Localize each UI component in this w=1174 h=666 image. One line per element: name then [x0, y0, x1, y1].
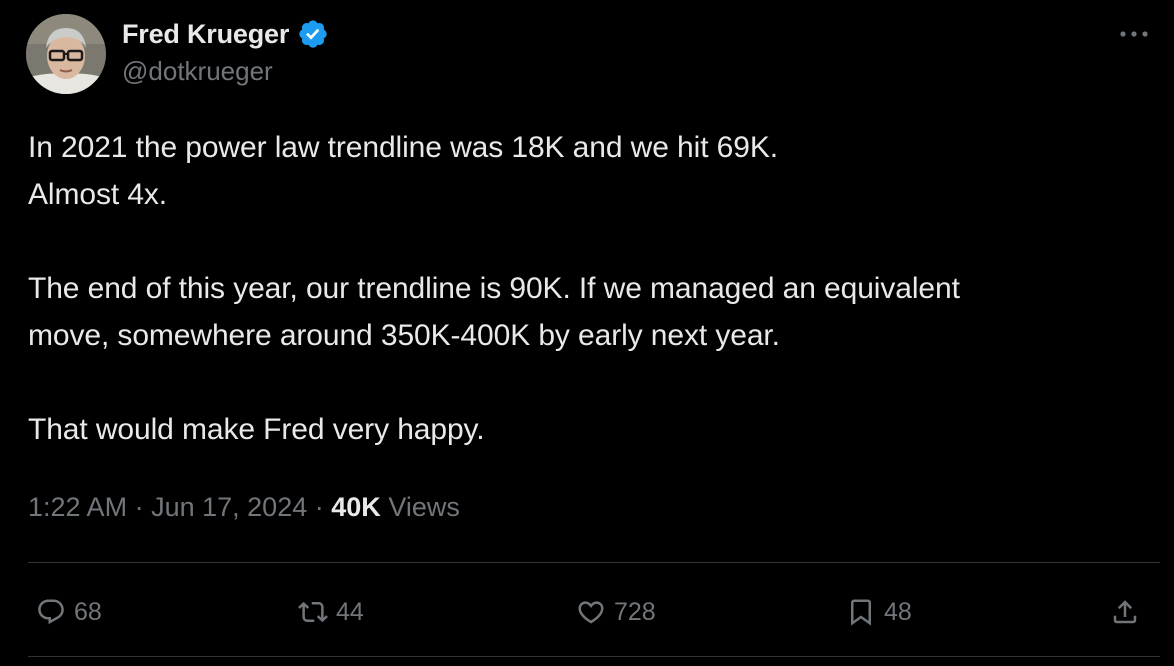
- tweet-line: That would make Fred very happy.: [28, 413, 485, 446]
- share-button[interactable]: [1110, 584, 1140, 640]
- tweet-text: In 2021 the power law trendline was 18K …: [28, 124, 1148, 453]
- tweet-date[interactable]: Jun 17, 2024: [151, 492, 307, 522]
- tweet-meta: 1:22 AM · Jun 17, 2024 · 40K Views: [28, 492, 460, 523]
- reply-icon: [38, 599, 64, 625]
- author-name-row: Fred Krueger: [122, 16, 329, 52]
- repost-count: 44: [336, 597, 364, 626]
- tweet-paragraph: That would make Fred very happy.: [28, 406, 1148, 453]
- verified-badge-icon: [297, 18, 329, 50]
- views-count: 40K: [331, 492, 381, 522]
- avatar-image: [26, 14, 106, 94]
- views-label: Views: [388, 492, 460, 522]
- bookmark-icon: [851, 599, 871, 626]
- repost-icon: [298, 601, 328, 623]
- divider: [28, 656, 1160, 657]
- like-count: 728: [614, 597, 656, 626]
- reply-button[interactable]: 68: [36, 584, 102, 640]
- like-icon: [578, 601, 604, 624]
- like-button[interactable]: 728: [576, 584, 656, 640]
- action-bar: 68 44 728 48: [28, 584, 1148, 640]
- bookmark-count: 48: [884, 597, 912, 626]
- avatar[interactable]: [26, 14, 106, 94]
- share-icon: [1113, 600, 1137, 624]
- author-handle[interactable]: @dotkrueger: [122, 56, 273, 87]
- more-options-icon: [1120, 31, 1148, 37]
- tweet-line: In 2021 the power law trendline was 18K …: [28, 131, 778, 164]
- tweet-line: The end of this year, our trendline is 9…: [28, 272, 960, 305]
- tweet: Fred Krueger @dotkrueger In 2021 the pow…: [0, 0, 1174, 666]
- author-display-name[interactable]: Fred Krueger: [122, 19, 289, 50]
- repost-button[interactable]: 44: [298, 584, 364, 640]
- tweet-line: Almost 4x.: [28, 178, 168, 211]
- meta-separator: ·: [314, 492, 324, 522]
- reply-count: 68: [74, 597, 102, 626]
- more-options-button[interactable]: [1114, 16, 1154, 52]
- tweet-paragraph: In 2021 the power law trendline was 18K …: [28, 124, 1148, 218]
- divider: [28, 562, 1160, 563]
- tweet-paragraph: The end of this year, our trendline is 9…: [28, 265, 1148, 359]
- tweet-time[interactable]: 1:22 AM: [28, 492, 127, 522]
- bookmark-button[interactable]: 48: [846, 584, 912, 640]
- meta-separator: ·: [134, 492, 144, 522]
- tweet-line: move, somewhere around 350K-400K by earl…: [28, 319, 780, 352]
